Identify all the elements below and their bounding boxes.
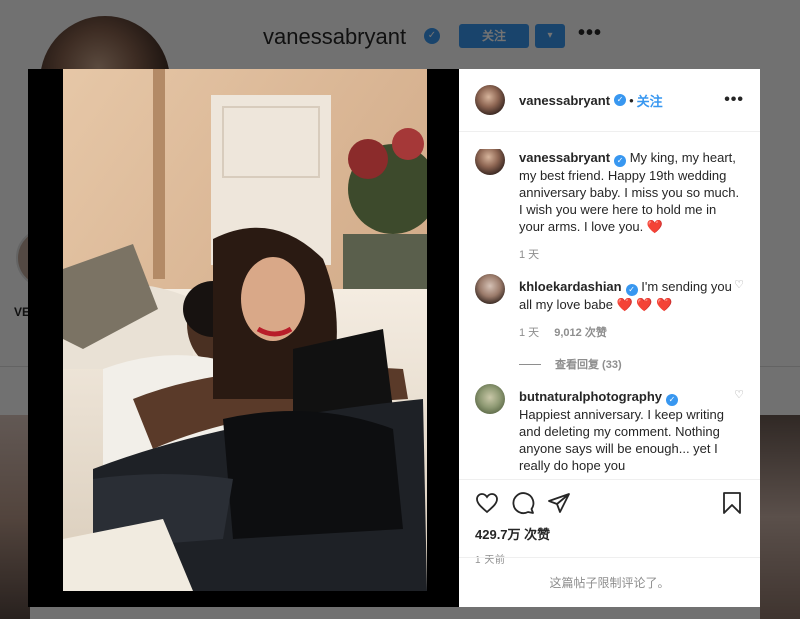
- comment-username[interactable]: butnaturalphotography: [519, 389, 662, 404]
- commenter-avatar[interactable]: [475, 274, 505, 304]
- comment-item: khloekardashian ✓ I'm sending you all my …: [475, 274, 744, 342]
- post-header: vanessabryant ✓ • 关注 •••: [459, 69, 760, 132]
- comment-age[interactable]: 1 天: [519, 327, 539, 339]
- like-count[interactable]: 429.7万 次赞: [475, 524, 744, 543]
- bookmark-icon[interactable]: [720, 491, 744, 515]
- commenter-avatar[interactable]: [475, 384, 505, 414]
- view-replies-button[interactable]: 查看回复 (33): [519, 356, 744, 372]
- replies-line: [519, 363, 541, 365]
- more-options-icon[interactable]: •••: [724, 91, 744, 109]
- post-photo[interactable]: [63, 69, 427, 591]
- author-username[interactable]: vanessabryant: [519, 93, 610, 108]
- verified-badge-icon: ✓: [614, 155, 627, 167]
- comment-body: butnaturalphotography ✓ Happiest annivers…: [519, 388, 744, 474]
- comment-item: butnaturalphotography ✓ Happiest annivers…: [475, 384, 744, 474]
- post-actions: 429.7万 次赞 1 天前: [459, 479, 760, 566]
- comment-likes[interactable]: 9,012 次赞: [554, 327, 607, 339]
- comment-meta: 1 天 9,012 次赞: [519, 325, 744, 342]
- post-side-panel: vanessabryant ✓ • 关注 ••• vanessabryant ✓ …: [459, 69, 760, 607]
- post-modal: vanessabryant ✓ • 关注 ••• vanessabryant ✓ …: [28, 69, 760, 607]
- action-icons: [475, 488, 744, 518]
- heart-icon[interactable]: [475, 491, 499, 515]
- comment-body: khloekardashian ✓ I'm sending you all my …: [519, 278, 744, 342]
- comments-list[interactable]: vanessabryant ✓ My king, my heart, my bes…: [459, 149, 760, 477]
- share-icon[interactable]: [547, 491, 571, 515]
- comment-icon[interactable]: [511, 491, 535, 515]
- verified-badge-icon: ✓: [666, 394, 678, 406]
- comments-limited-notice: 这篇帖子限制评论了。: [459, 557, 760, 607]
- author-avatar[interactable]: [475, 85, 505, 115]
- caption: vanessabryant ✓ My king, my heart, my bes…: [475, 149, 744, 264]
- small-heart-icon[interactable]: ♡: [734, 278, 744, 291]
- view-replies-label: 查看回复 (33): [555, 359, 622, 371]
- comment-text: Happiest anniversary. I keep writing and…: [519, 407, 724, 473]
- post-media: [28, 69, 459, 607]
- follow-button[interactable]: 关注: [637, 91, 663, 110]
- caption-age[interactable]: 1 天: [519, 249, 539, 261]
- caption-body: vanessabryant ✓ My king, my heart, my bes…: [519, 149, 744, 264]
- small-heart-icon[interactable]: ♡: [734, 388, 744, 401]
- separator-dot: •: [629, 92, 634, 108]
- comment-username[interactable]: khloekardashian: [519, 279, 622, 294]
- caption-username[interactable]: vanessabryant: [519, 150, 610, 165]
- author-avatar[interactable]: [475, 149, 505, 175]
- verified-badge-icon: ✓: [614, 94, 627, 106]
- verified-badge-icon: ✓: [625, 284, 638, 296]
- caption-meta: 1 天: [519, 247, 744, 264]
